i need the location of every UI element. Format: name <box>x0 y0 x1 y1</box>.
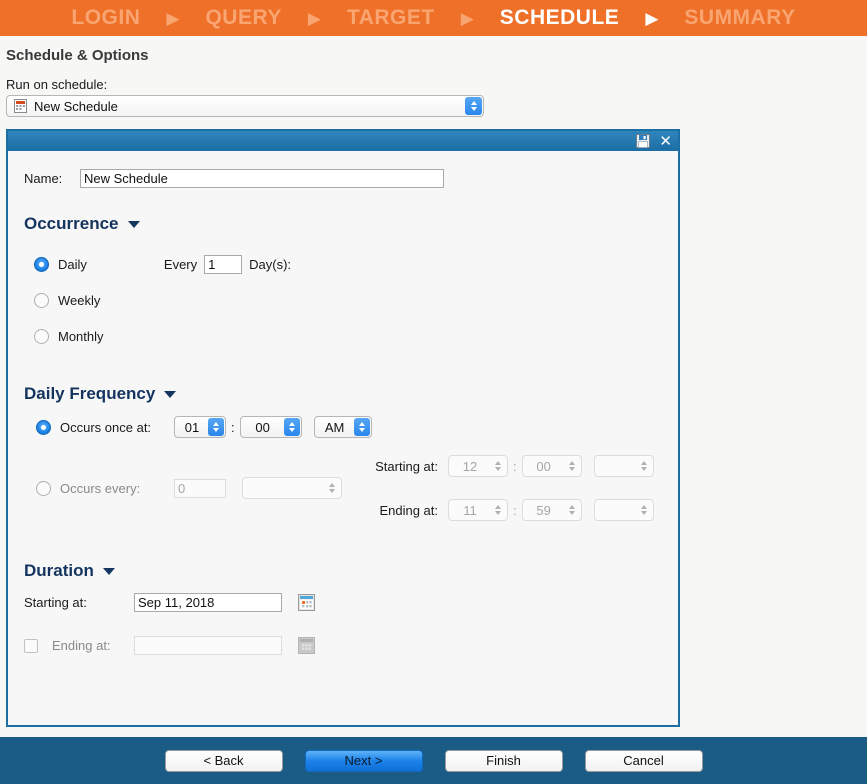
starting-minute-stepper-icon[interactable] <box>564 457 580 475</box>
duration-ending-checkbox[interactable] <box>24 638 38 653</box>
dialog-titlebar: ✕ <box>8 131 678 151</box>
radio-occurs-once[interactable] <box>36 419 51 435</box>
ending-meridiem-stepper-icon[interactable] <box>636 501 652 519</box>
wizard-breadcrumb: LOGIN ▶ QUERY ▶ TARGET ▶ SCHEDULE ▶ SUMM… <box>0 0 867 36</box>
duration-ending-label: Ending at: <box>52 638 111 653</box>
wizard-step-target[interactable]: TARGET <box>337 6 445 30</box>
wizard-arrow-icon: ▶ <box>460 8 474 28</box>
once-meridiem-spinner[interactable]: AM <box>313 416 372 438</box>
wizard-arrow-icon: ▶ <box>166 8 180 28</box>
starting-hour-stepper-icon[interactable] <box>490 457 506 475</box>
name-label: Name: <box>24 171 63 186</box>
schedule-select[interactable]: New Schedule <box>6 95 484 117</box>
schedule-select-stepper-icon[interactable] <box>465 97 482 115</box>
start-end-group: Starting at: 12 : 00 Ending at: 11: 59 <box>360 455 654 521</box>
starting-meridiem-stepper-icon[interactable] <box>636 457 652 475</box>
radio-weekly[interactable] <box>34 292 49 308</box>
chevron-down-icon[interactable] <box>102 567 115 575</box>
wizard-step-login[interactable]: LOGIN <box>61 6 150 30</box>
ending-minute-spinner[interactable]: 59 <box>521 499 582 521</box>
ending-minute-stepper-icon[interactable] <box>564 501 580 519</box>
every-days-input[interactable] <box>204 254 243 274</box>
schedule-document-icon <box>14 99 27 113</box>
back-button[interactable]: < Back <box>164 749 283 772</box>
close-icon[interactable]: ✕ <box>659 133 672 149</box>
daily-frequency-heading[interactable]: Daily Frequency <box>24 384 662 404</box>
wizard-step-query[interactable]: QUERY <box>195 6 291 30</box>
ending-time-colon: : <box>513 502 517 518</box>
duration-heading-label: Duration <box>24 561 94 580</box>
radio-daily[interactable] <box>34 256 49 272</box>
days-label: Day(s): <box>249 256 292 272</box>
ending-at-row: Ending at: 11 : 59 <box>360 499 654 521</box>
name-input[interactable] <box>80 169 444 188</box>
once-hour-spinner[interactable]: 01 <box>174 416 226 438</box>
occurs-once-row: Occurs once at: 01 : 00 AM <box>36 416 662 438</box>
duration-starting-input[interactable] <box>134 593 282 612</box>
chevron-down-icon[interactable] <box>127 220 140 228</box>
wizard-footer: < Back Next > Finish Cancel <box>0 737 867 784</box>
starting-minute-spinner[interactable]: 00 <box>521 455 582 477</box>
duration-heading[interactable]: Duration <box>24 561 662 581</box>
ending-meridiem-spinner[interactable] <box>593 499 654 521</box>
save-floppy-icon[interactable] <box>636 134 651 148</box>
duration-ending-input[interactable] <box>134 636 282 655</box>
calendar-icon-disabled <box>298 637 315 654</box>
once-minute-spinner[interactable]: 00 <box>239 416 302 438</box>
run-on-schedule-label: Run on schedule: <box>6 77 108 92</box>
chevron-down-icon[interactable] <box>164 390 177 398</box>
duration-starting-label: Starting at: <box>24 595 87 610</box>
starting-hour-spinner[interactable]: 12 <box>448 455 508 477</box>
once-hour-stepper-icon[interactable] <box>208 418 224 436</box>
schedule-dialog: ✕ Name: Occurrence Daily Every Day(s): <box>6 129 680 727</box>
occurs-once-label: Occurs once at: <box>60 419 152 435</box>
occurs-every-interval-input[interactable] <box>174 478 226 498</box>
wizard-step-summary[interactable]: SUMMARY <box>674 6 805 30</box>
occurrence-option-label: Monthly <box>58 328 104 344</box>
once-minute-stepper-icon[interactable] <box>283 418 300 436</box>
finish-button[interactable]: Finish <box>444 749 563 772</box>
name-row: Name: <box>24 169 662 188</box>
occurrence-option-monthly[interactable]: Monthly <box>34 318 662 354</box>
ending-hour-stepper-icon[interactable] <box>490 501 506 519</box>
occurrence-options: Daily Every Day(s): Weekly Monthly <box>34 246 662 354</box>
radio-occurs-every[interactable] <box>36 480 51 496</box>
wizard-step-schedule[interactable]: SCHEDULE <box>490 6 630 30</box>
occurrence-option-weekly[interactable]: Weekly <box>34 282 662 318</box>
calendar-icon[interactable] <box>298 594 315 611</box>
starting-at-label: Starting at: <box>375 458 438 474</box>
occurrence-option-daily[interactable]: Daily Every Day(s): <box>34 246 662 282</box>
occurrence-heading[interactable]: Occurrence <box>24 214 662 234</box>
once-time-colon: : <box>231 419 235 435</box>
occurs-every-label: Occurs every: <box>60 480 141 496</box>
every-days-group: Every Day(s): <box>163 254 292 274</box>
occurs-every-unit-stepper-icon[interactable] <box>324 479 340 497</box>
next-button[interactable]: Next > <box>304 749 423 772</box>
occurrence-option-label: Weekly <box>58 292 101 308</box>
every-label: Every <box>163 256 198 272</box>
duration-starting-row: Starting at: <box>24 593 662 612</box>
starting-at-row: Starting at: 12 : 00 <box>360 455 654 477</box>
page-title: Schedule & Options <box>6 47 149 64</box>
starting-time-colon: : <box>513 458 517 474</box>
occurs-every-unit-spinner[interactable] <box>242 477 342 499</box>
wizard-arrow-icon: ▶ <box>307 8 321 28</box>
duration-ending-row: Ending at: <box>24 636 662 655</box>
wizard-arrow-icon: ▶ <box>645 8 659 28</box>
starting-meridiem-spinner[interactable] <box>593 455 654 477</box>
cancel-button[interactable]: Cancel <box>584 749 703 772</box>
ending-at-label: Ending at: <box>379 502 438 518</box>
once-meridiem-stepper-icon[interactable] <box>353 418 370 436</box>
schedule-select-value: New Schedule <box>34 98 118 114</box>
radio-monthly[interactable] <box>34 328 49 344</box>
daily-frequency-heading-label: Daily Frequency <box>24 384 156 403</box>
occurrence-heading-label: Occurrence <box>24 214 119 233</box>
occurrence-option-label: Daily <box>58 256 87 272</box>
ending-hour-spinner[interactable]: 11 <box>448 499 508 521</box>
occurs-every-row: Occurs every: Starting at: 12 : 00 <box>36 455 662 521</box>
